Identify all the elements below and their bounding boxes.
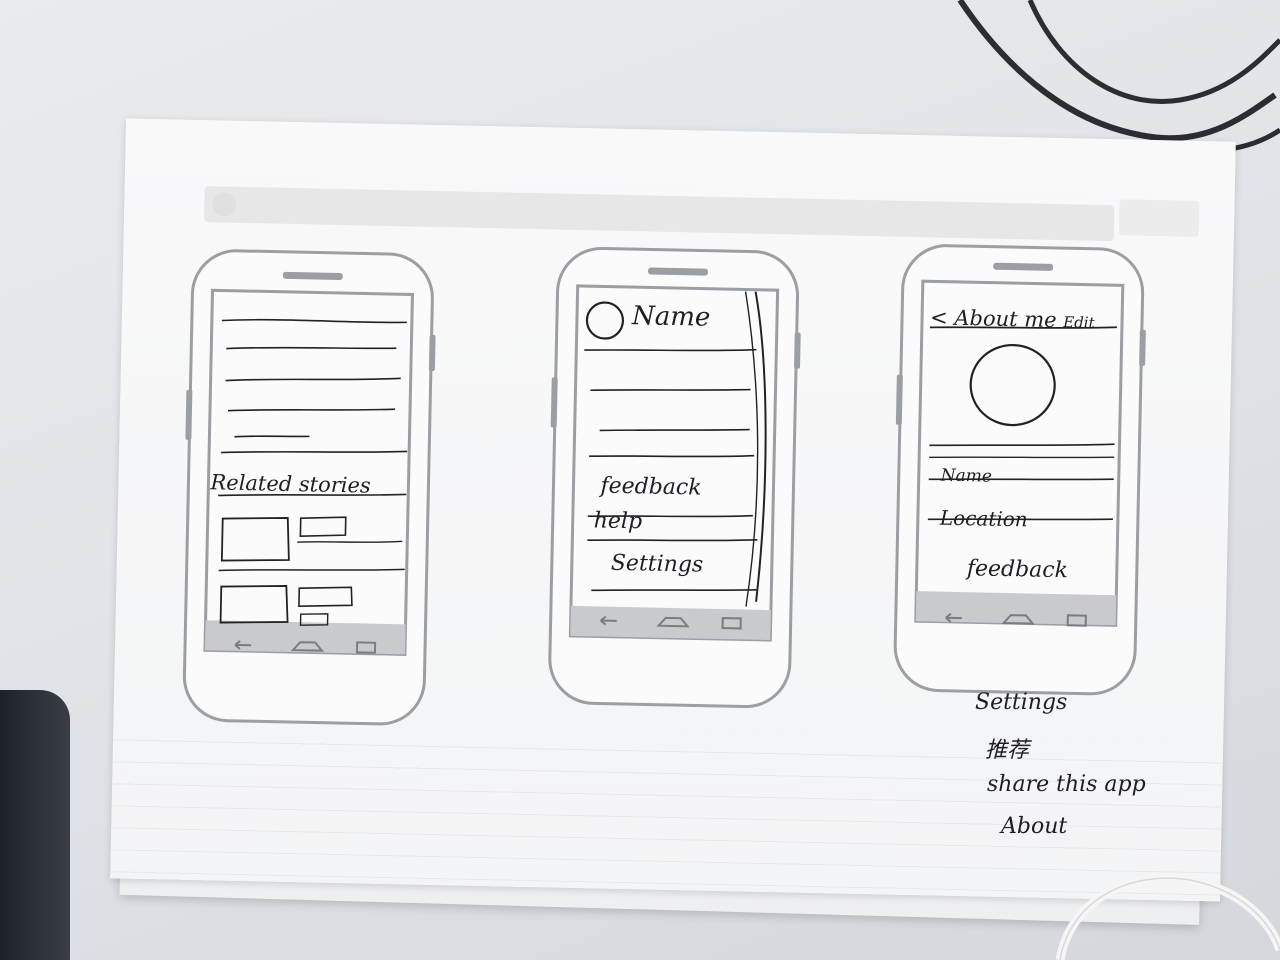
photo-scene: Related stories Name feedback help Setti…	[0, 0, 1280, 960]
cable-bottom	[1055, 873, 1280, 960]
